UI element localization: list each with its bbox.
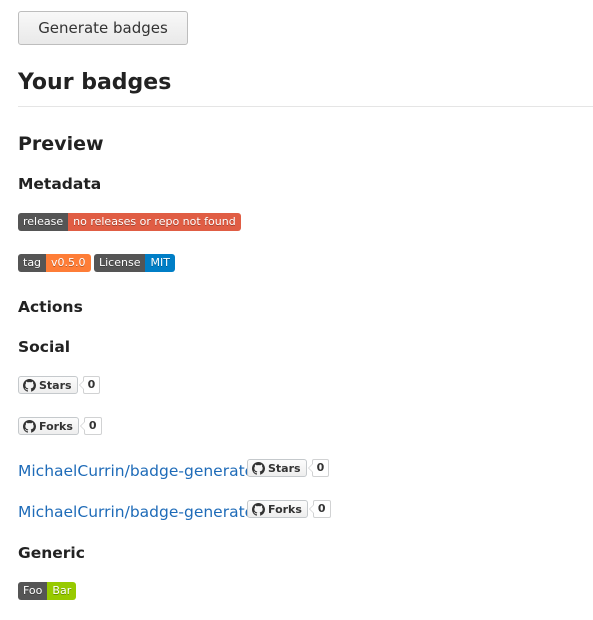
repo-link-stars[interactable]: MichaelCurrin/badge-generator bbox=[18, 462, 261, 480]
your-badges-heading: Your badges bbox=[18, 70, 172, 95]
tag-badge-message: v0.5.0 bbox=[46, 254, 91, 272]
generic-heading: Generic bbox=[18, 544, 85, 562]
forks-widget: Forks 0 bbox=[18, 416, 102, 436]
repo-forks-label: Forks bbox=[268, 502, 302, 516]
repo-stars-count[interactable]: 0 bbox=[307, 459, 330, 477]
stars-widget: Stars 0 bbox=[18, 375, 101, 395]
github-icon bbox=[23, 378, 36, 392]
repo-stars-widget: Stars 0 bbox=[247, 458, 330, 478]
generate-badges-button[interactable]: Generate badges bbox=[18, 11, 188, 45]
repo-stars-label: Stars bbox=[268, 461, 301, 475]
license-badge-message: MIT bbox=[145, 254, 175, 272]
social-heading: Social bbox=[18, 338, 71, 356]
repo-forks-button[interactable]: Forks bbox=[247, 500, 308, 518]
github-icon bbox=[23, 419, 36, 433]
release-badge-label: release bbox=[18, 213, 69, 231]
page: Generate badges Your badges Preview Meta… bbox=[0, 0, 593, 620]
github-icon bbox=[252, 461, 265, 475]
tag-badge[interactable]: tag v0.5.0 bbox=[18, 254, 91, 272]
foo-bar-badge[interactable]: Foo Bar bbox=[18, 582, 77, 600]
stars-count[interactable]: 0 bbox=[78, 376, 101, 394]
forks-count[interactable]: 0 bbox=[79, 417, 102, 435]
tag-badge-label: tag bbox=[18, 254, 47, 272]
license-badge[interactable]: License MIT bbox=[94, 254, 175, 272]
repo-forks-count[interactable]: 0 bbox=[308, 500, 331, 518]
release-badge[interactable]: release no releases or repo not found bbox=[18, 213, 241, 231]
github-icon bbox=[252, 502, 265, 516]
repo-link-forks[interactable]: MichaelCurrin/badge-generator bbox=[18, 503, 261, 521]
repo-forks-widget: Forks 0 bbox=[247, 499, 331, 519]
heading-divider bbox=[18, 106, 593, 107]
license-badge-label: License bbox=[94, 254, 146, 272]
stars-button[interactable]: Stars bbox=[18, 376, 78, 394]
foo-bar-badge-message: Bar bbox=[47, 582, 77, 600]
forks-label: Forks bbox=[39, 419, 73, 433]
repo-stars-button[interactable]: Stars bbox=[247, 459, 307, 477]
release-badge-message: no releases or repo not found bbox=[68, 213, 241, 231]
preview-heading: Preview bbox=[18, 133, 104, 155]
actions-heading: Actions bbox=[18, 298, 83, 316]
metadata-heading: Metadata bbox=[18, 175, 102, 193]
forks-button[interactable]: Forks bbox=[18, 417, 79, 435]
stars-label: Stars bbox=[39, 378, 72, 392]
foo-bar-badge-label: Foo bbox=[18, 582, 48, 600]
